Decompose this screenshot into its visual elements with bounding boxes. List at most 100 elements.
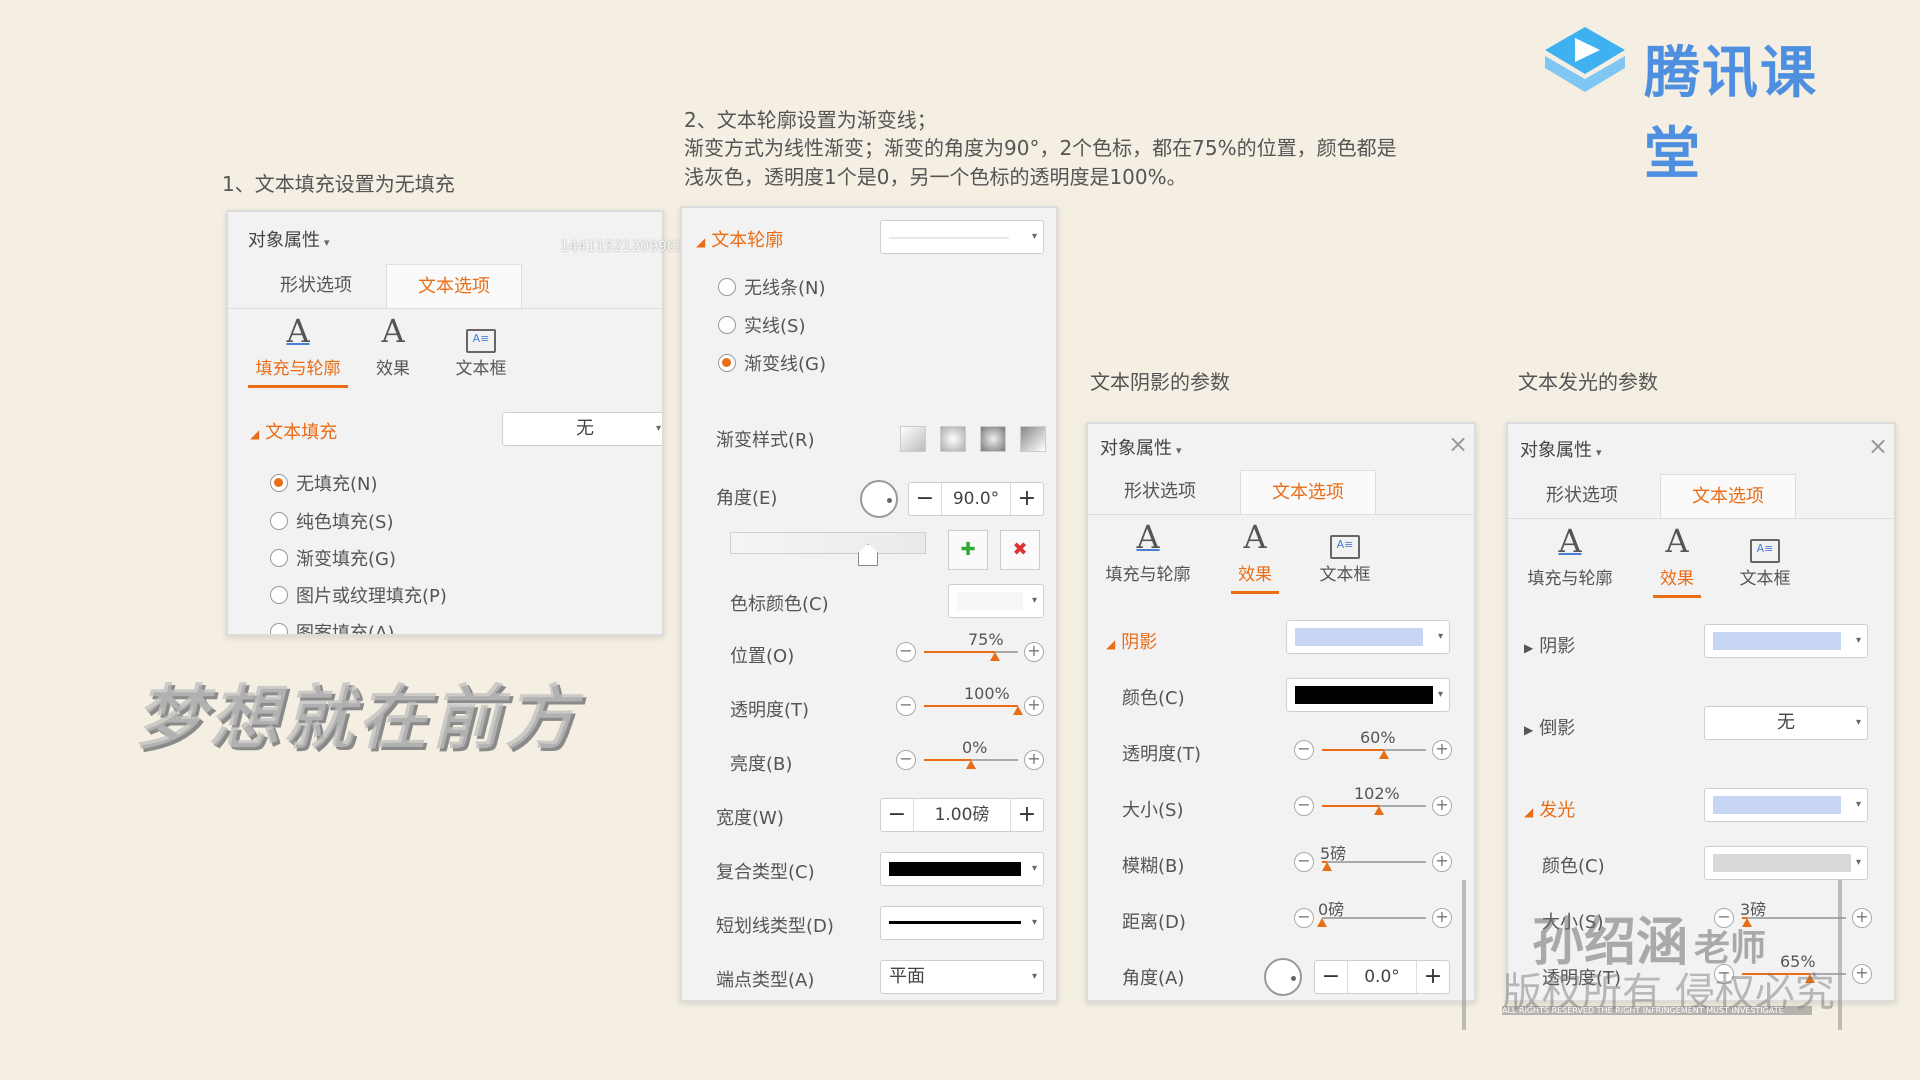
section-glow[interactable]: ◢ 发光 [1524,796,1575,822]
plus-icon[interactable]: + [1024,642,1044,662]
caption-step2-line3: 浅灰色，透明度1个是0，另一个色标的透明度是100%。 [684,165,1187,189]
section-text-outline[interactable]: ◢ 文本轮廓 [696,226,783,252]
width-stepper[interactable]: − 1.00磅 + [880,798,1044,832]
angle-dial[interactable] [860,480,898,518]
increase-button[interactable]: + [1417,961,1449,993]
textbox-tab[interactable]: A≡ 文本框 [446,314,516,379]
transparency-slider[interactable]: − 100% + [896,684,1046,720]
plus-icon[interactable]: + [1432,796,1452,816]
fill-outline-tab[interactable]: A 填充与轮廓 [1098,520,1198,585]
decrease-button[interactable]: − [909,483,941,515]
shadow-color-dropdown[interactable]: ▾ [1286,678,1450,712]
plus-icon[interactable]: + [1852,964,1872,984]
increase-button[interactable]: + [1011,799,1043,831]
radio-solid-fill[interactable]: 纯色填充(S) [270,508,393,534]
textbox-tab[interactable]: A≡ 文本框 [1730,524,1800,589]
text-fill-dropdown[interactable]: 无 ▾ [502,412,662,446]
dash-type-dropdown[interactable]: ▾ [880,906,1044,940]
outline-preset-dropdown[interactable]: ▾ [880,220,1044,254]
slider-thumb[interactable] [1374,806,1384,815]
shadow-preset-dropdown[interactable]: ▾ [1704,624,1868,658]
angle-stepper[interactable]: − 0.0° + [1314,960,1450,994]
distance-slider[interactable]: − 0磅 + [1294,900,1454,932]
gradient-style-path-button[interactable] [1020,426,1046,452]
increase-button[interactable]: + [1011,483,1043,515]
tab-shape-options[interactable]: 形状选项 [256,264,376,308]
minus-icon[interactable]: − [1294,796,1314,816]
radio-no-fill[interactable]: 无填充(N) [270,470,378,496]
close-icon[interactable]: × [1448,432,1468,456]
radio-picture-fill[interactable]: 图片或纹理填充(P) [270,582,447,608]
close-icon[interactable]: × [1868,434,1888,458]
distance-label: 距离(D) [1122,912,1186,933]
slider-thumb[interactable] [990,652,1000,661]
fill-outline-tab[interactable]: A 填充与轮廓 [1520,524,1620,589]
gradient-style-rect-button[interactable] [980,426,1006,452]
radio-solid-line[interactable]: 实线(S) [718,312,805,338]
shadow-preset-dropdown[interactable]: ▾ [1286,620,1450,654]
caption-step2-line1: 2、文本轮廓设置为渐变线； [684,108,937,132]
minus-icon[interactable]: − [896,696,916,716]
radio-pattern-fill[interactable]: 图案填充(A) [270,619,394,634]
transparency-label: 透明度(T) [1122,744,1202,765]
plus-icon[interactable]: + [1024,750,1044,770]
minus-icon[interactable]: − [1294,908,1314,928]
panel-title[interactable]: 对象属性 ▾ [1100,434,1182,460]
text-fill-icon: A [286,312,310,350]
panel-title[interactable]: 对象属性 ▾ [1520,436,1602,462]
position-slider[interactable]: − 75% + [896,630,1046,666]
size-slider[interactable]: − 102% + [1294,784,1454,820]
panel-title[interactable]: 对象属性 ▾ [248,226,330,252]
minus-icon[interactable]: − [896,750,916,770]
tab-text-options[interactable]: 文本选项 [1660,474,1796,518]
tab-shape-options[interactable]: 形状选项 [1100,470,1220,514]
plus-icon[interactable]: + [1432,740,1452,760]
angle-dial[interactable] [1264,958,1302,996]
glow-color-dropdown[interactable]: ▾ [1704,846,1868,880]
section-shadow[interactable]: ▶ 阴影 [1524,632,1575,658]
compound-type-dropdown[interactable]: ▾ [880,852,1044,886]
brand-name: 腾讯课堂 [1644,41,1818,187]
plus-icon[interactable]: + [1432,908,1452,928]
fill-outline-tab[interactable]: A 填充与轮廓 [248,314,348,388]
slider-thumb[interactable] [966,760,976,769]
cap-type-dropdown[interactable]: 平面 ▾ [880,960,1044,994]
minus-icon[interactable]: − [896,642,916,662]
stop-color-dropdown[interactable]: ▾ [948,584,1044,618]
section-reflection[interactable]: ▶ 倒影 [1524,714,1575,740]
blur-slider[interactable]: − 5磅 + [1294,844,1454,876]
gradient-stop-bar[interactable] [730,532,926,554]
gradient-style-radial-button[interactable] [940,426,966,452]
textbox-icon: A≡ [466,329,496,353]
tab-shape-options[interactable]: 形状选项 [1522,474,1642,518]
text-effect-icon: A [1665,522,1689,560]
tab-text-options[interactable]: 文本选项 [1240,470,1376,514]
effects-tab[interactable]: A 效果 [358,314,428,379]
radio-no-line[interactable]: 无线条(N) [718,274,826,300]
radio-gradient-line[interactable]: 渐变线(G) [718,350,826,376]
remove-stop-icon[interactable]: ✖ [1000,530,1040,570]
minus-icon[interactable]: − [1294,852,1314,872]
gradient-style-linear-button[interactable] [900,426,926,452]
plus-icon[interactable]: + [1024,696,1044,716]
plus-icon[interactable]: + [1432,852,1452,872]
glow-preset-dropdown[interactable]: ▾ [1704,788,1868,822]
angle-stepper[interactable]: − 90.0° + [908,482,1044,516]
radio-gradient-fill[interactable]: 渐变填充(G) [270,545,396,571]
decrease-button[interactable]: − [881,799,913,831]
add-stop-icon[interactable]: ✚ [948,530,988,570]
section-shadow[interactable]: ◢ 阴影 [1106,628,1157,654]
effects-tab[interactable]: A 效果 [1230,520,1280,594]
reflection-dropdown[interactable]: 无 ▾ [1704,706,1868,740]
tab-text-options[interactable]: 文本选项 [386,264,522,308]
decrease-button[interactable]: − [1315,961,1347,993]
plus-icon[interactable]: + [1852,908,1872,928]
effects-tab[interactable]: A 效果 [1652,524,1702,598]
section-text-fill[interactable]: ◢ 文本填充 [250,418,337,444]
transparency-slider[interactable]: − 60% + [1294,728,1454,764]
slider-thumb[interactable] [1013,706,1023,715]
slider-thumb[interactable] [1379,750,1389,759]
minus-icon[interactable]: − [1294,740,1314,760]
textbox-tab[interactable]: A≡ 文本框 [1310,520,1380,585]
brightness-slider[interactable]: − 0% + [896,738,1046,774]
